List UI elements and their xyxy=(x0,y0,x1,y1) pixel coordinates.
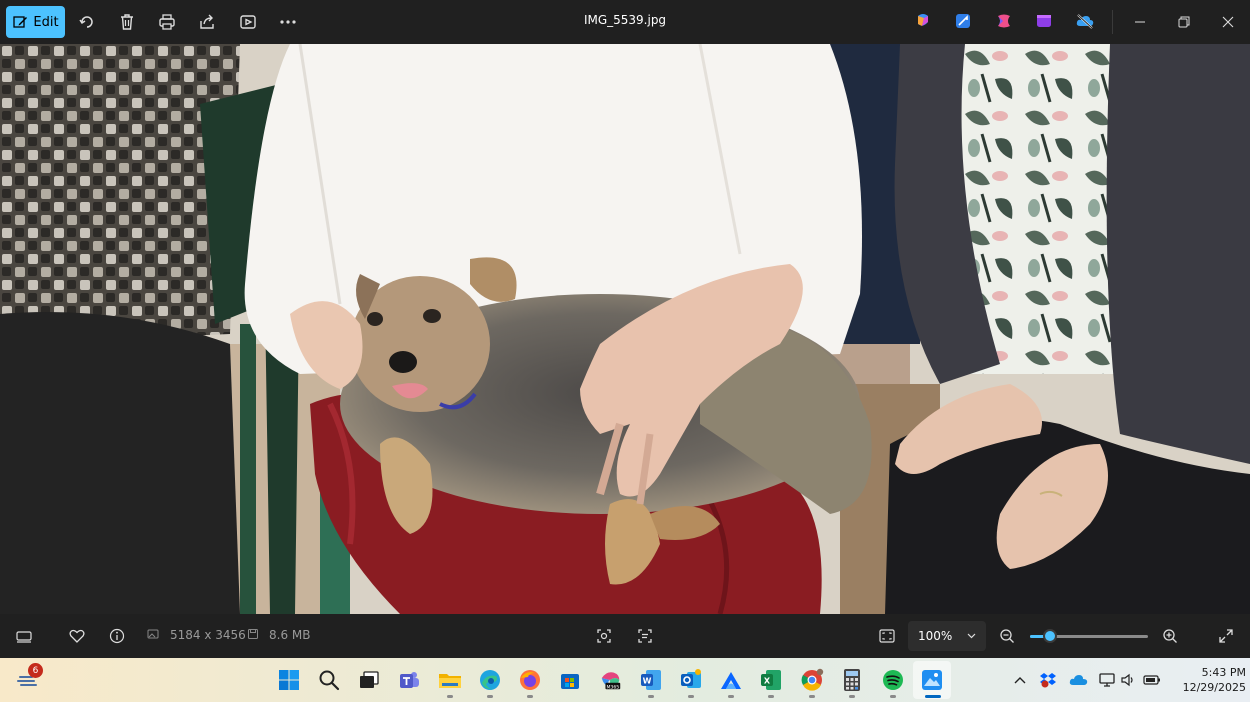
battery-icon[interactable] xyxy=(1141,668,1163,692)
more-icon[interactable] xyxy=(278,12,298,32)
photo-canvas[interactable] xyxy=(0,44,1250,614)
edge-icon[interactable] xyxy=(478,668,502,692)
designer-icon[interactable] xyxy=(995,12,1015,32)
copilot-icon[interactable] xyxy=(914,12,934,32)
file-name: IMG_5539.jpg xyxy=(583,13,667,27)
outlook-icon[interactable] xyxy=(679,668,703,692)
minimize-icon[interactable] xyxy=(1130,12,1150,32)
chevron-down-icon xyxy=(967,633,976,639)
info-bar: 5184 x 3456 8.6 MB 100% xyxy=(0,614,1250,658)
running-indicator xyxy=(447,695,453,698)
running-indicator xyxy=(849,695,855,698)
share-icon[interactable] xyxy=(197,12,217,32)
running-indicator xyxy=(768,695,774,698)
titlebar-divider xyxy=(1112,10,1113,34)
photo-image xyxy=(0,44,1250,614)
notification-badge: 6 xyxy=(28,663,43,678)
edit-icon xyxy=(13,16,28,28)
filmstrip-icon[interactable] xyxy=(14,626,34,646)
microsoft-365-icon[interactable]: M365 xyxy=(599,668,623,692)
file-explorer-icon[interactable] xyxy=(438,668,462,692)
clipchamp-icon[interactable] xyxy=(954,12,974,32)
spotify-icon[interactable] xyxy=(881,668,905,692)
rotate-icon[interactable] xyxy=(77,12,97,32)
full-screen-icon[interactable] xyxy=(1216,626,1236,646)
running-indicator xyxy=(890,695,896,698)
app-icon[interactable] xyxy=(719,668,743,692)
running-indicator xyxy=(688,695,694,698)
zoom-out-icon[interactable] xyxy=(997,626,1017,646)
excel-icon[interactable]: X xyxy=(759,668,783,692)
video-editor-icon[interactable] xyxy=(1035,12,1055,32)
slideshow-icon[interactable] xyxy=(238,12,258,32)
running-indicator xyxy=(728,695,734,698)
store-icon[interactable] xyxy=(558,668,582,692)
firefox-icon[interactable] xyxy=(518,668,542,692)
photos-icon[interactable] xyxy=(920,668,944,692)
cloud-sync-off-icon[interactable] xyxy=(1075,12,1095,32)
zoom-slider-thumb[interactable] xyxy=(1043,629,1058,643)
clock-time: 5:43 PM xyxy=(1201,666,1246,679)
task-view-icon[interactable] xyxy=(357,668,381,692)
image-dimensions: 5184 x 3456 xyxy=(170,628,246,642)
close-icon[interactable] xyxy=(1218,12,1238,32)
network-icon[interactable] xyxy=(1097,668,1117,692)
svg-text:W: W xyxy=(643,677,652,686)
teams-icon[interactable] xyxy=(397,668,421,692)
running-indicator xyxy=(487,695,493,698)
zoom-value: 100% xyxy=(918,629,953,643)
info-icon[interactable] xyxy=(107,626,127,646)
zoom-slider[interactable] xyxy=(1030,629,1148,643)
title-bar: Edit IMG_5539.jpg xyxy=(0,0,1250,44)
start-icon[interactable] xyxy=(277,668,301,692)
word-icon[interactable]: W xyxy=(639,668,663,692)
active-indicator xyxy=(925,695,941,698)
running-indicator xyxy=(809,695,815,698)
zoom-dropdown[interactable]: 100% xyxy=(908,621,986,651)
dropbox-icon[interactable] xyxy=(1038,668,1058,692)
search-icon[interactable] xyxy=(317,668,341,692)
running-indicator xyxy=(648,695,654,698)
chevron-up-icon[interactable] xyxy=(1010,668,1030,692)
calculator-icon[interactable] xyxy=(840,668,864,692)
running-indicator xyxy=(527,695,533,698)
edit-button[interactable]: Edit xyxy=(6,6,65,38)
edit-label: Edit xyxy=(33,14,59,30)
zoom-in-icon[interactable] xyxy=(1160,626,1180,646)
volume-icon[interactable] xyxy=(1118,668,1138,692)
svg-text:M365: M365 xyxy=(606,684,619,690)
svg-text:X: X xyxy=(764,677,771,686)
file-size: 8.6 MB xyxy=(269,628,311,642)
restore-icon[interactable] xyxy=(1174,12,1194,32)
taskbar: 6 M365 W X 5:43 PM 12/29/2025 xyxy=(0,658,1250,702)
favorite-icon[interactable] xyxy=(67,626,87,646)
focus-icon[interactable] xyxy=(594,626,614,646)
scan-text-icon[interactable] xyxy=(635,626,655,646)
clock-date: 12/29/2025 xyxy=(1182,681,1246,694)
onedrive-icon[interactable] xyxy=(1069,668,1089,692)
print-icon[interactable] xyxy=(157,12,177,32)
clock[interactable]: 5:43 PM 12/29/2025 xyxy=(1176,665,1246,695)
chrome-icon[interactable] xyxy=(800,668,824,692)
file-size-icon xyxy=(246,627,260,641)
fit-to-window-icon[interactable] xyxy=(877,626,897,646)
delete-icon[interactable] xyxy=(117,12,137,32)
dimensions-icon xyxy=(146,627,160,641)
